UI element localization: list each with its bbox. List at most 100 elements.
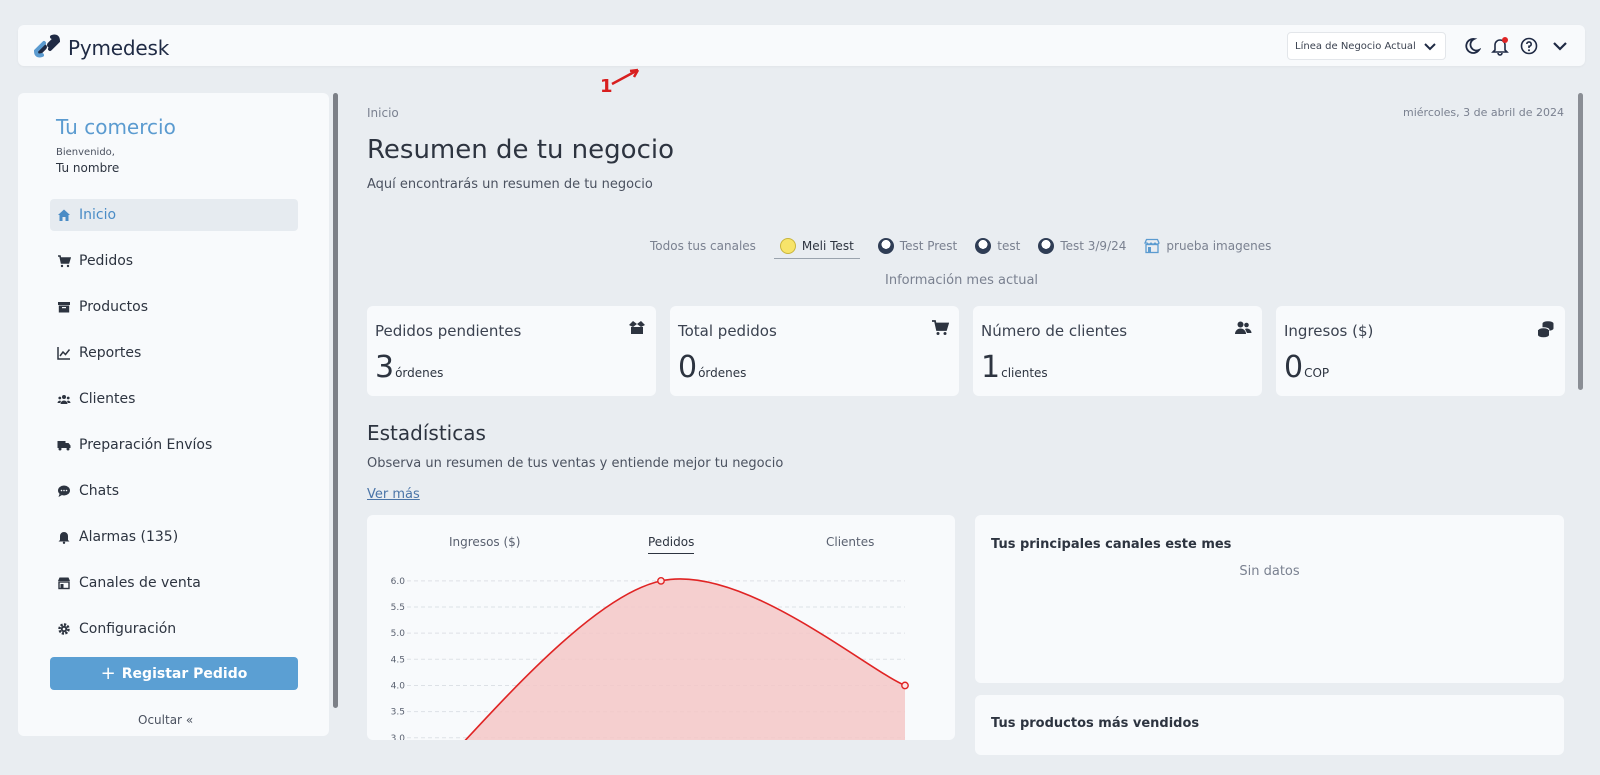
sidebar-item-label: Pedidos xyxy=(79,253,134,269)
channel-test[interactable]: test xyxy=(975,233,1020,259)
kpi-title: Pedidos pendientes xyxy=(375,322,522,340)
channel-all[interactable]: Todos tus canales xyxy=(650,233,756,259)
y-tick-label: 3.5 xyxy=(391,708,405,718)
top-channels-empty: Sin datos xyxy=(1239,564,1300,579)
sidebar-item-label: Reportes xyxy=(79,345,142,361)
sidebar: Tu comercio Bienvenido, Tu nombre Inicio… xyxy=(18,93,329,736)
top-channels-panel: Tus principales canales este mes Sin dat… xyxy=(975,515,1564,683)
channel-test-3-9-24[interactable]: Test 3/9/24 xyxy=(1038,233,1126,259)
data-point[interactable] xyxy=(901,681,909,690)
top-products-panel: Tus productos más vendidos xyxy=(975,695,1564,755)
sidebar-item-canales-de-venta[interactable]: Canales de venta xyxy=(50,567,298,599)
channel-label: prueba imagenes xyxy=(1166,239,1272,253)
logo[interactable]: Pymedesk xyxy=(32,31,169,65)
channel-label: Test 3/9/24 xyxy=(1060,239,1127,253)
y-tick-label: 5.5 xyxy=(391,603,405,613)
y-tick-label: 3.0 xyxy=(391,734,406,740)
channel-label: Meli Test xyxy=(801,238,854,253)
y-tick-label: 6.0 xyxy=(391,577,406,587)
plus-icon: + xyxy=(100,663,116,684)
users-icon xyxy=(1234,320,1252,340)
cart-icon xyxy=(57,254,71,268)
moon-icon[interactable] xyxy=(1461,35,1483,57)
sidebar-item-label: Preparación Envíos xyxy=(79,437,213,453)
sidebar-item-productos[interactable]: Productos xyxy=(50,291,298,323)
channel-meli-test[interactable]: Meli Test xyxy=(773,233,860,259)
register-order-button[interactable]: + Registar Pedido xyxy=(50,657,298,690)
sidebar-scrollbar[interactable] xyxy=(333,93,338,708)
channel-test-prest[interactable]: Test Prest xyxy=(877,233,958,259)
mercadolibre-icon xyxy=(779,237,796,254)
sidebar-item-chats[interactable]: Chats xyxy=(50,475,298,507)
help-icon[interactable] xyxy=(1518,35,1540,57)
cart-icon xyxy=(931,320,950,340)
gear-icon xyxy=(57,622,71,636)
sidebar-item-label: Clientes xyxy=(79,391,136,407)
kpi-card-clients: Número de clientes 1 clientes xyxy=(973,306,1262,396)
channel-label: Test Prest xyxy=(899,239,958,253)
link-chain-icon xyxy=(32,31,62,65)
prestashop-icon xyxy=(975,238,992,254)
app-name: Pymedesk xyxy=(68,36,170,60)
shop-title: Tu comercio xyxy=(56,115,176,139)
prestashop-icon xyxy=(1038,238,1055,254)
sidebar-item-configuracion[interactable]: Configuración xyxy=(50,613,298,645)
sidebar-item-label: Configuración xyxy=(79,621,177,637)
y-tick-label: 4.0 xyxy=(391,681,406,691)
business-line-value: Línea de Negocio Actual xyxy=(1295,40,1416,52)
coins-icon xyxy=(1537,320,1555,342)
main-scrollbar[interactable] xyxy=(1578,93,1583,390)
kpi-card-total-orders: Total pedidos 0 órdenes xyxy=(670,306,959,396)
sidebar-item-clientes[interactable]: Clientes xyxy=(50,383,298,415)
kpi-card-income: Ingresos ($) 0 COP xyxy=(1276,306,1565,396)
channel-prueba-imagenes[interactable]: prueba imagenes xyxy=(1144,233,1271,259)
top-bar: Pymedesk Línea de Negocio Actual xyxy=(18,25,1585,66)
chevron-down-icon xyxy=(1423,39,1437,56)
sidebar-item-inicio[interactable]: Inicio xyxy=(50,199,298,231)
hide-sidebar-link[interactable]: Ocultar « xyxy=(138,713,193,727)
chat-icon xyxy=(57,484,71,498)
kpi-title: Ingresos ($) xyxy=(1284,322,1374,340)
welcome-text: Bienvenido, xyxy=(56,147,115,158)
kpi-card-pending-orders: Pedidos pendientes 3 órdenes xyxy=(367,306,656,396)
breadcrumb[interactable]: Inicio xyxy=(367,106,399,120)
y-tick-label: 4.5 xyxy=(391,655,405,665)
see-more-link[interactable]: Ver más xyxy=(367,487,420,502)
sidebar-item-reportes[interactable]: Reportes xyxy=(50,337,298,369)
business-line-select[interactable]: Línea de Negocio Actual xyxy=(1287,32,1446,60)
kpi-value: 3 xyxy=(375,350,395,385)
top-channels-title: Tus principales canales este mes xyxy=(991,537,1232,552)
y-tick-label: 5.0 xyxy=(391,629,406,639)
channel-label: test xyxy=(997,239,1021,253)
register-order-label: Registar Pedido xyxy=(121,665,248,682)
sidebar-item-label: Productos xyxy=(79,299,149,315)
chart-line-icon xyxy=(57,346,71,360)
truck-icon xyxy=(57,438,71,452)
bell-icon xyxy=(57,530,71,544)
info-month-label: Información mes actual xyxy=(885,273,1039,288)
sidebar-item-preparacion-envios[interactable]: Preparación Envíos xyxy=(50,429,298,461)
channel-filter: Todos tus canales Meli Test Test Prest t… xyxy=(650,233,1289,259)
sidebar-item-label: Alarmas (135) xyxy=(79,529,179,545)
sidebar-item-label: Chats xyxy=(79,483,120,499)
username: Tu nombre xyxy=(56,161,120,175)
store-icon xyxy=(57,576,71,590)
kpi-value: 0 xyxy=(678,350,698,385)
sidebar-item-label: Inicio xyxy=(79,207,117,223)
home-icon xyxy=(57,208,71,222)
kpi-unit: clientes xyxy=(1001,366,1048,380)
kpi-title: Total pedidos xyxy=(678,322,777,340)
kpi-title: Número de clientes xyxy=(981,322,1128,340)
current-date: miércoles, 3 de abril de 2024 xyxy=(1403,106,1564,119)
kpi-unit: órdenes xyxy=(698,366,747,380)
annotation-label-1: 1 xyxy=(600,76,613,97)
sidebar-item-alarmas[interactable]: Alarmas (135) xyxy=(50,521,298,553)
user-menu-chevron-icon[interactable] xyxy=(1549,35,1571,57)
data-point[interactable] xyxy=(657,576,665,585)
top-products-title: Tus productos más vendidos xyxy=(991,716,1200,731)
sidebar-item-pedidos[interactable]: Pedidos xyxy=(50,245,298,277)
stats-title: Estadísticas xyxy=(367,421,486,445)
bell-notification-icon[interactable] xyxy=(1489,35,1511,57)
page-subtitle: Aquí encontrarás un resumen de tu negoci… xyxy=(367,177,653,192)
kpi-unit: órdenes xyxy=(395,366,444,380)
